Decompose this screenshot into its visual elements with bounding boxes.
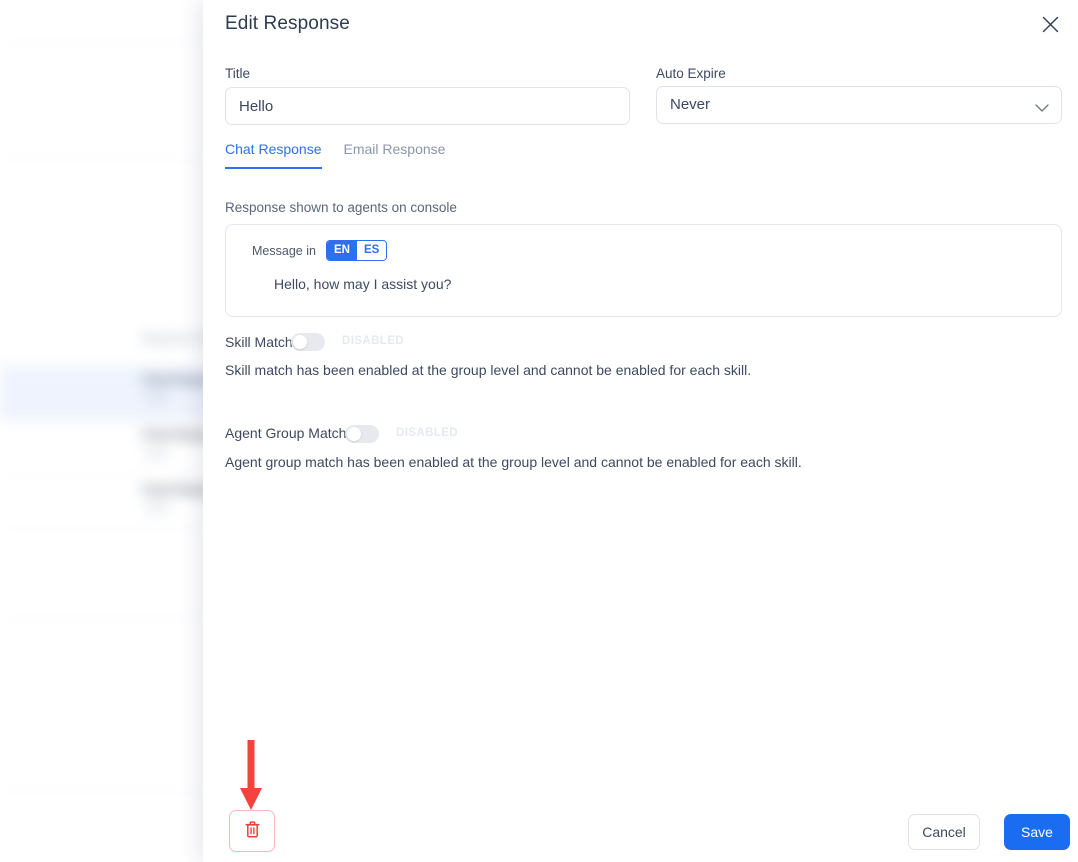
delete-button[interactable] — [229, 810, 275, 852]
agent-group-match-toggle[interactable] — [345, 425, 379, 443]
auto-expire-label: Auto Expire — [656, 66, 726, 81]
auto-expire-select[interactable]: Never — [656, 86, 1062, 124]
tab-chat-response[interactable]: Chat Response — [225, 141, 322, 169]
message-card: Message in EN ES Hello, how may I assist… — [225, 224, 1062, 317]
auto-expire-value: Never — [670, 96, 711, 113]
title-input[interactable] — [225, 87, 630, 125]
page-title: Edit Response — [225, 13, 350, 34]
close-button[interactable] — [1034, 10, 1066, 42]
close-icon — [1042, 16, 1059, 36]
message-in-label: Message in — [252, 244, 316, 258]
language-toggle: EN ES — [326, 240, 388, 261]
language-option-en[interactable]: EN — [327, 241, 357, 260]
skill-match-helper-text: Skill match has been enabled at the grou… — [225, 362, 752, 378]
trash-icon — [244, 821, 260, 841]
toggle-knob — [347, 427, 361, 441]
tab-email-response[interactable]: Email Response — [344, 141, 446, 169]
agent-group-match-helper-text: Agent group match has been enabled at th… — [225, 454, 802, 470]
agent-group-match-label: Agent Group Match — [225, 425, 347, 441]
annotation-arrow-icon — [236, 740, 266, 812]
chevron-down-icon — [1035, 100, 1049, 118]
save-button[interactable]: Save — [1004, 814, 1070, 850]
skill-match-state: DISABLED — [342, 335, 404, 347]
title-field-label: Title — [225, 66, 251, 81]
skill-match-label: Skill Match — [225, 334, 293, 350]
response-caption: Response shown to agents on console — [225, 200, 457, 215]
agent-group-match-state: DISABLED — [396, 427, 458, 439]
cancel-button[interactable]: Cancel — [908, 814, 980, 850]
message-body-text: Hello, how may I assist you? — [274, 276, 452, 292]
edit-response-drawer: Edit Response Title Auto Expire Never Ch… — [203, 0, 1078, 862]
response-type-tabs: Chat Response Email Response — [225, 141, 467, 169]
background-row-subtitle: Chat — [146, 449, 168, 460]
background-row-subtitle: Chat — [146, 394, 168, 405]
toggle-knob — [293, 335, 307, 349]
language-option-es[interactable]: ES — [356, 241, 387, 260]
skill-match-toggle[interactable] — [291, 333, 325, 351]
background-row-subtitle: Chat — [146, 503, 168, 514]
